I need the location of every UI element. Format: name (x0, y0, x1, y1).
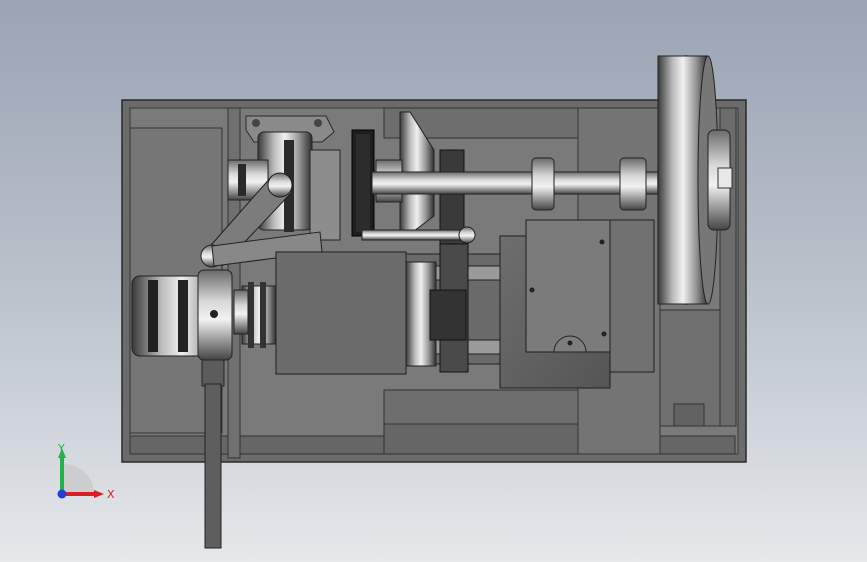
cad-viewport[interactable]: Y X (0, 0, 867, 562)
triad-plane (62, 463, 95, 494)
operating-handle[interactable] (201, 359, 225, 549)
y-axis-label: Y (57, 442, 65, 455)
sprocket[interactable] (351, 129, 375, 237)
assembly-model[interactable] (0, 0, 867, 562)
orientation-triad: Y X (57, 442, 115, 501)
z-axis-dot (57, 489, 67, 499)
x-axis-head (94, 490, 104, 498)
left-clutch[interactable] (131, 269, 233, 361)
x-axis-label: X (107, 488, 115, 501)
